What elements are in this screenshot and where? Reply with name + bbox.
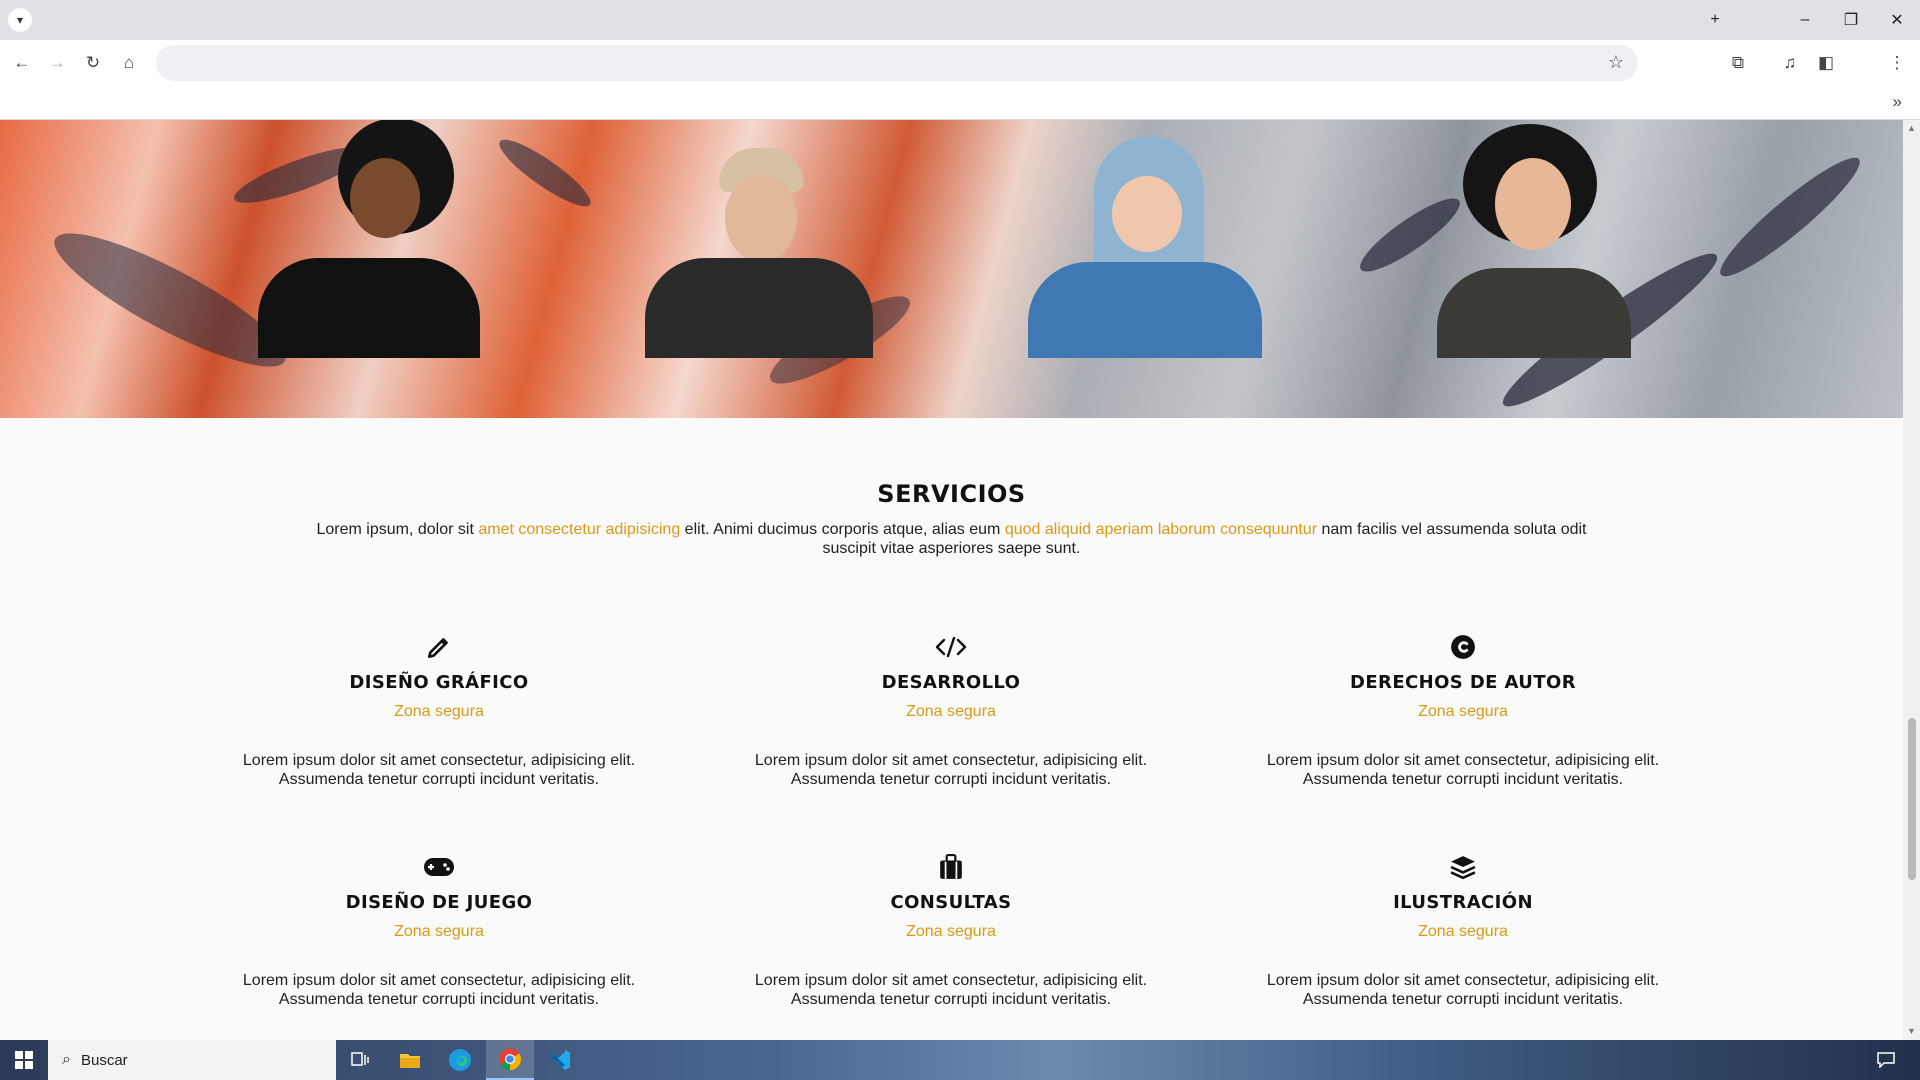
windows-start-button[interactable]	[0, 1040, 48, 1080]
restore-button[interactable]: ❐	[1828, 0, 1874, 40]
edge-icon[interactable]	[436, 1040, 484, 1080]
file-explorer-icon[interactable]	[386, 1040, 434, 1080]
service-description: Lorem ipsum dolor sit amet consectetur, …	[242, 972, 636, 1008]
service-card-consulting: CONSULTAS Zona segura Lorem ipsum dolor …	[731, 852, 1171, 1009]
reload-icon: ↻	[85, 53, 101, 72]
decor-streak	[492, 130, 598, 216]
service-subtitle: Zona segura	[1418, 703, 1508, 720]
face-shape	[725, 174, 797, 262]
jacket-shape	[645, 258, 873, 358]
service-card-illustration: ILUSTRACIÓN Zona segura Lorem ipsum dolo…	[1243, 852, 1683, 1009]
scroll-down-icon[interactable]: ▼	[1906, 1026, 1917, 1036]
task-view-icon[interactable]	[336, 1040, 384, 1080]
kebab-menu-icon: ⋮	[1888, 53, 1906, 72]
forward-button[interactable]: →	[42, 48, 72, 78]
service-description: Lorem ipsum dolor sit amet consectetur, …	[754, 752, 1148, 788]
service-title: DERECHOS DE AUTOR	[1350, 672, 1576, 693]
service-subtitle: Zona segura	[906, 703, 996, 720]
decor-streak	[1710, 146, 1870, 288]
plus-icon: +	[1710, 11, 1720, 28]
chrome-icon[interactable]	[486, 1040, 534, 1080]
back-button[interactable]: ←	[7, 48, 37, 78]
windows-taskbar: ⌕ Buscar	[0, 1040, 1920, 1080]
service-title: DISEÑO GRÁFICO	[349, 672, 529, 693]
extensions-button[interactable]: ⧉	[1723, 48, 1753, 78]
layers-icon	[1243, 852, 1683, 882]
shirt-shape	[258, 258, 480, 358]
face-shape	[1112, 176, 1182, 252]
service-title: DISEÑO DE JUEGO	[345, 892, 533, 913]
intro-text: elit. Animi ducimus corporis atque, alia…	[680, 521, 1005, 538]
services-intro: Lorem ipsum, dolor sit amet consectetur …	[300, 520, 1603, 558]
chevron-down-icon[interactable]: ▾	[8, 8, 32, 32]
minimize-icon: –	[1800, 11, 1810, 28]
face-shape	[1495, 158, 1571, 250]
address-bar[interactable]: ☆	[156, 45, 1638, 81]
home-icon: ⌂	[123, 53, 135, 72]
service-description: Lorem ipsum dolor sit amet consectetur, …	[1266, 752, 1660, 788]
page-scrollbar[interactable]: ▲ ▼	[1903, 120, 1920, 1040]
bookmarks-bar: »	[0, 86, 1920, 120]
windows-logo-icon	[15, 1051, 33, 1069]
pencil-icon	[219, 632, 659, 662]
bookmark-star-icon[interactable]: ☆	[1608, 52, 1624, 73]
services-heading: SERVICIOS	[877, 480, 1026, 508]
reload-button[interactable]: ↻	[78, 48, 108, 78]
denim-jacket-shape	[1028, 262, 1262, 358]
copyright-icon	[1243, 632, 1683, 662]
service-card-game-design: DISEÑO DE JUEGO Zona segura Lorem ipsum …	[219, 852, 659, 1009]
home-button[interactable]: ⌂	[114, 48, 144, 78]
service-card-development: DESARROLLO Zona segura Lorem ipsum dolor…	[731, 632, 1171, 789]
new-tab-button[interactable]: +	[1692, 0, 1738, 40]
taskbar-search-placeholder: Buscar	[80, 1051, 128, 1069]
browser-menu-button[interactable]: ⋮	[1882, 48, 1912, 78]
briefcase-icon	[731, 852, 1171, 882]
scroll-thumb[interactable]	[1908, 718, 1916, 880]
tab-strip: ▾ + – ❐ ✕	[0, 0, 1920, 40]
team-hero-banner	[0, 120, 1903, 421]
service-description: Lorem ipsum dolor sit amet consectetur, …	[242, 752, 636, 788]
team-member-photo-4	[1437, 124, 1631, 358]
intro-highlight[interactable]: quod aliquid aperiam laborum consequuntu…	[1005, 521, 1317, 538]
gamepad-icon	[219, 852, 659, 882]
intro-text: Lorem ipsum, dolor sit	[316, 521, 479, 538]
media-icon: ♫	[1783, 53, 1797, 72]
page-viewport: SERVICIOS Lorem ipsum, dolor sit amet co…	[0, 120, 1903, 1040]
minimize-button[interactable]: –	[1782, 0, 1828, 40]
team-member-photo-3	[1028, 136, 1262, 358]
face-shape	[350, 158, 420, 238]
service-card-copyright: DERECHOS DE AUTOR Zona segura Lorem ipsu…	[1243, 632, 1683, 789]
side-panel-button[interactable]: ◧	[1811, 48, 1841, 78]
taskbar-search-box[interactable]: ⌕ Buscar	[48, 1040, 336, 1080]
close-icon: ✕	[1890, 12, 1904, 29]
scroll-up-icon[interactable]: ▲	[1906, 123, 1917, 133]
vscode-icon[interactable]	[536, 1040, 584, 1080]
service-subtitle: Zona segura	[394, 923, 484, 940]
service-description: Lorem ipsum dolor sit amet consectetur, …	[754, 972, 1148, 1008]
search-icon: ⌕	[62, 1051, 71, 1068]
service-subtitle: Zona segura	[906, 923, 996, 940]
arrow-right-icon: →	[48, 53, 66, 72]
team-member-photo-2	[645, 148, 873, 358]
arrow-left-icon: ←	[13, 53, 31, 72]
service-subtitle: Zona segura	[1418, 923, 1508, 940]
code-icon	[731, 632, 1171, 662]
service-title: DESARROLLO	[881, 672, 1021, 693]
restore-icon: ❐	[1843, 12, 1859, 29]
intro-highlight[interactable]: amet consectetur adipisicing	[478, 521, 680, 538]
service-title: CONSULTAS	[890, 892, 1012, 913]
notification-icon[interactable]	[1862, 1040, 1910, 1080]
puzzle-icon: ⧉	[1731, 53, 1745, 72]
side-panel-icon: ◧	[1817, 53, 1835, 72]
team-member-photo-1	[258, 120, 480, 358]
service-subtitle: Zona segura	[394, 703, 484, 720]
bookmarks-overflow-icon[interactable]: »	[1893, 92, 1902, 112]
shirt-shape	[1437, 268, 1631, 358]
service-card-graphic-design: DISEÑO GRÁFICO Zona segura Lorem ipsum d…	[219, 632, 659, 789]
close-window-button[interactable]: ✕	[1874, 0, 1920, 40]
service-description: Lorem ipsum dolor sit amet consectetur, …	[1266, 972, 1660, 1008]
service-title: ILUSTRACIÓN	[1393, 892, 1533, 913]
media-controls-button[interactable]: ♫	[1775, 48, 1805, 78]
